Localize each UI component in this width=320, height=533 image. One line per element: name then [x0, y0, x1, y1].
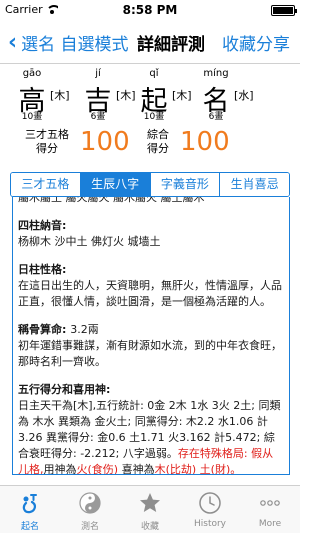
- yongshen-value: 火(食伤): [76, 463, 119, 475]
- element-tag: [水]: [234, 89, 254, 102]
- tab-sancai-wuge[interactable]: 三才五格: [11, 173, 80, 196]
- back-label: 選名 自選模式: [21, 35, 129, 55]
- clock-icon: [199, 492, 221, 514]
- star-icon: [140, 493, 160, 512]
- sancai-score-value: 100: [80, 127, 130, 157]
- tab-character-meaning[interactable]: 字義音形: [149, 173, 220, 196]
- tab-zodiac[interactable]: 生肖喜忌: [219, 173, 289, 196]
- tab-bar-history[interactable]: History: [180, 486, 240, 533]
- tab-bar-test[interactable]: 測名: [60, 486, 120, 533]
- tab-bar-more[interactable]: More: [240, 486, 300, 533]
- pinyin: míng: [203, 68, 229, 79]
- overall-score-value: 100: [180, 127, 230, 157]
- nayin-text: 杨柳木 沙中土 佛灯火 城墙土: [18, 235, 161, 248]
- stroke-count: 10畫: [21, 112, 43, 122]
- name-characters: gāo 高 [木] 10畫 jí 吉 [木] 6畫 qǐ 起 [木] 10畫 m…: [0, 66, 300, 124]
- rizhu-title: 日柱性格:: [18, 263, 67, 276]
- overall-label-line1: 綜合: [147, 128, 169, 141]
- tab-bar-naming[interactable]: 起名: [0, 486, 60, 533]
- chevron-left-icon: ‹: [8, 29, 18, 55]
- page-title: 詳細評測: [137, 35, 205, 55]
- tab-bar-label: 收藏: [140, 522, 159, 532]
- nayin-title: 四柱納音:: [18, 219, 67, 232]
- pinyin: qǐ: [149, 68, 159, 79]
- navigation-bar: ‹ 選名 自選模式 詳細評測 收藏分享: [0, 20, 300, 64]
- name-char-3: qǐ 起 [木] 10畫: [134, 66, 204, 124]
- xishen-label: 喜神為: [121, 463, 155, 475]
- chenggu-text: 初年運錯事難謀，漸有財源如水流，到的中年衣食旺，那時名利一齊收。: [18, 339, 282, 368]
- segmented-tabs: 三才五格 生辰八字 字義音形 生肖喜忌: [10, 172, 290, 197]
- pinyin: jí: [95, 68, 101, 79]
- chenggu-label: 稱骨算命:: [18, 323, 67, 336]
- element-tag: [木]: [116, 89, 136, 102]
- tab-bar-label: History: [193, 519, 227, 529]
- sancai-label-line1: 三才五格: [25, 128, 69, 141]
- status-bar: Carrier 8:58 PM: [0, 0, 300, 20]
- name-char-4: míng 名 [水] 6畫: [196, 66, 266, 124]
- sancai-score-label: 三才五格 得分: [22, 128, 72, 156]
- favorite-share-button[interactable]: 收藏分享: [222, 30, 290, 55]
- chenggu-title: 稱骨算命: 3.2兩: [18, 322, 284, 338]
- more-icon: [260, 500, 280, 506]
- stroke-count: 6畫: [208, 112, 224, 122]
- chenggu-value: 3.2兩: [70, 323, 99, 336]
- stroke-count: 6畫: [90, 112, 106, 122]
- bottom-tab-bar: 起名 測名 收藏 History More: [0, 485, 300, 533]
- sancai-label-line2: 得分: [36, 142, 58, 155]
- tab-bar-favorites[interactable]: 收藏: [120, 486, 180, 533]
- element-tag: [木]: [172, 89, 192, 102]
- tab-bar-label: More: [258, 519, 282, 529]
- element-tag: [木]: [50, 89, 70, 102]
- analysis-content[interactable]: 屬木屬土 屬火屬火 屬木屬火 屬土屬木 四柱納音: 杨柳木 沙中土 佛灯火 城墙…: [12, 197, 290, 475]
- status-time: 8:58 PM: [122, 3, 178, 17]
- yongshen-label: 用神為: [43, 463, 77, 475]
- naming-icon: [22, 494, 37, 514]
- tab-bar-label: 測名: [80, 522, 99, 532]
- yin-yang-icon: [79, 492, 101, 514]
- wuxing-title: 五行得分和喜用神:: [18, 383, 111, 396]
- overall-score-label: 綜合 得分: [143, 128, 173, 156]
- back-button[interactable]: ‹ 選名 自選模式: [8, 30, 128, 55]
- name-char-1: gāo 高 [木] 10畫: [12, 66, 82, 124]
- stroke-count: 10畫: [143, 112, 165, 122]
- tab-bar-label: 起名: [20, 522, 39, 532]
- pinyin: gāo: [22, 68, 42, 79]
- overall-label-line2: 得分: [147, 142, 169, 155]
- battery-icon: [271, 5, 297, 16]
- wuxing-paragraph: 日主天干為[木],五行統計: 0金 2木 1水 3火 2土; 同類為 木水 異類…: [18, 398, 284, 475]
- element-line: 屬木屬土 屬火屬火 屬木屬火 屬土屬木: [18, 197, 205, 204]
- rizhu-text: 在這日出生的人，天資聰明，無肝火，性情溫厚，人品正直，很懂人情，談吐圓滑，是一個…: [18, 279, 282, 308]
- tab-birth-bazi[interactable]: 生辰八字: [79, 173, 150, 196]
- xishen-value: 木(比劫) 土(財)。: [154, 463, 242, 475]
